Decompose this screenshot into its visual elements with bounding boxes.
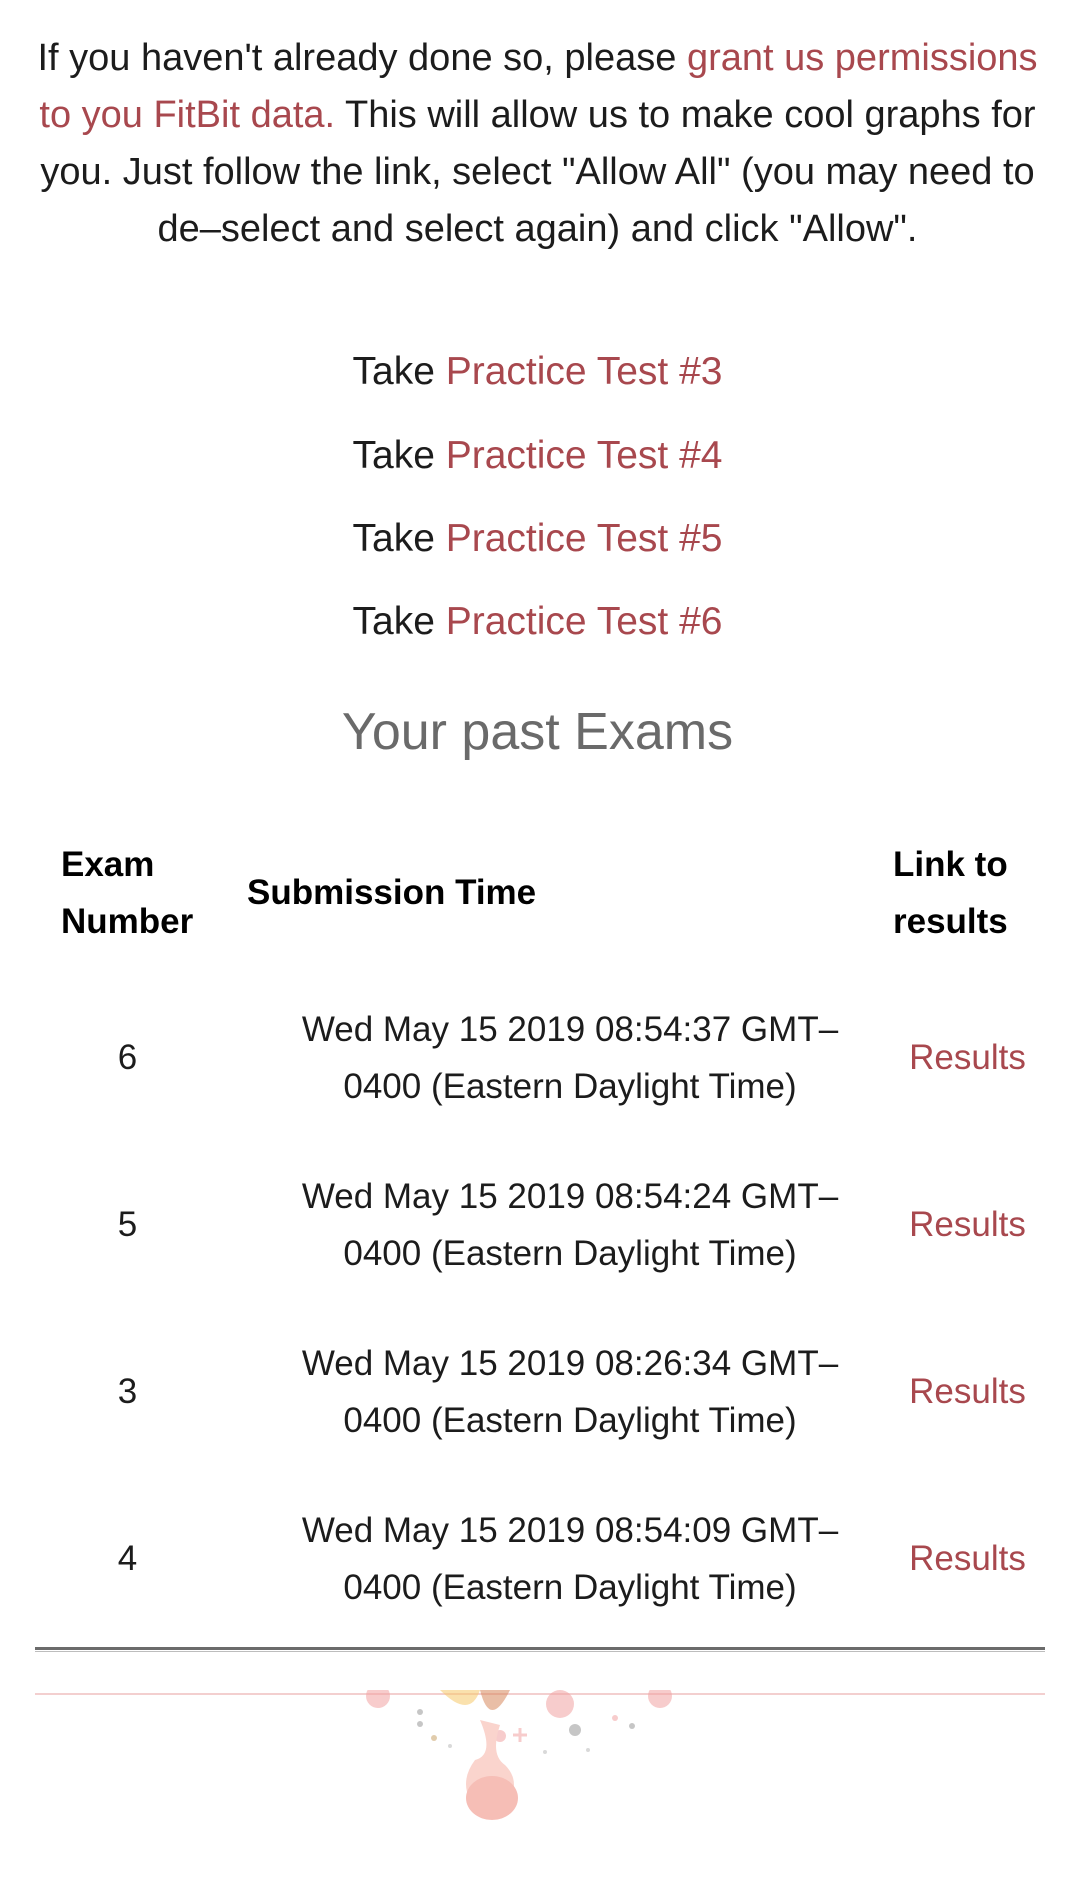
submission-time-cell: Wed May 15 2019 08:54:09 GMT– 0400 (East… <box>260 1475 880 1643</box>
table-row: 5 Wed May 15 2019 08:54:24 GMT– 0400 (Ea… <box>30 1141 1045 1309</box>
decorative-logo-icon <box>366 1690 672 1820</box>
header-exam-number-line2: Number <box>61 902 194 941</box>
header-link-to-results: Link to results <box>893 836 1008 950</box>
notice-text-before: If you haven't already done so, please <box>37 37 687 79</box>
table-bottom-border-shadow <box>35 1651 1045 1652</box>
practice-prefix: Take <box>352 517 435 560</box>
submission-time-line1: Wed May 15 2019 08:54:24 GMT– <box>301 1177 839 1216</box>
exam-number-cell: 3 <box>117 1372 138 1411</box>
fitbit-permission-notice: If you haven't already done so, please g… <box>30 30 1045 258</box>
table-row: 4 Wed May 15 2019 08:54:09 GMT– 0400 (Ea… <box>30 1475 1045 1643</box>
results-link[interactable]: Results <box>890 1308 1045 1476</box>
submission-time-line1: Wed May 15 2019 08:54:37 GMT– <box>301 1010 839 1049</box>
results-link[interactable]: Results <box>890 1141 1045 1309</box>
practice-test-line: Take Practice Test #6 <box>0 597 1075 647</box>
header-exam-number: Exam Number <box>61 836 193 950</box>
practice-test-5-link[interactable]: Practice Test #5 <box>446 517 723 560</box>
practice-test-line: Take Practice Test #5 <box>0 514 1075 564</box>
table-row: 6 Wed May 15 2019 08:54:37 GMT– 0400 (Ea… <box>30 974 1045 1142</box>
past-exams-heading: Your past Exams <box>341 703 734 761</box>
header-link-line2: results <box>893 902 1008 941</box>
exam-number-cell: 6 <box>117 1038 138 1077</box>
exam-number-cell: 5 <box>117 1205 138 1244</box>
submission-time-line2: 0400 (Eastern Daylight Time) <box>343 1067 797 1106</box>
header-link-line1: Link to <box>893 845 1008 884</box>
results-link[interactable]: Results <box>890 1475 1045 1643</box>
submission-time-cell: Wed May 15 2019 08:54:37 GMT– 0400 (East… <box>260 974 880 1142</box>
submission-time-line1: Wed May 15 2019 08:54:09 GMT– <box>301 1511 839 1550</box>
table-row: 3 Wed May 15 2019 08:26:34 GMT– 0400 (Ea… <box>30 1308 1045 1476</box>
submission-time-line2: 0400 (Eastern Daylight Time) <box>343 1568 797 1607</box>
practice-test-3-link[interactable]: Practice Test #3 <box>446 350 723 393</box>
submission-time-line1: Wed May 15 2019 08:26:34 GMT– <box>301 1344 839 1383</box>
exam-number-cell: 4 <box>117 1539 138 1578</box>
submission-time-cell: Wed May 15 2019 08:26:34 GMT– 0400 (East… <box>260 1308 880 1476</box>
submission-time-line2: 0400 (Eastern Daylight Time) <box>343 1234 797 1273</box>
submission-time-line2: 0400 (Eastern Daylight Time) <box>343 1401 797 1440</box>
practice-test-6-link[interactable]: Practice Test #6 <box>446 600 723 643</box>
practice-prefix: Take <box>352 350 435 393</box>
header-submission-time: Submission Time <box>247 873 537 912</box>
practice-test-line: Take Practice Test #3 <box>0 347 1075 397</box>
practice-prefix: Take <box>352 600 435 643</box>
header-exam-number-line1: Exam <box>61 845 155 884</box>
practice-test-line: Take Practice Test #4 <box>0 431 1075 481</box>
results-link[interactable]: Results <box>890 974 1045 1142</box>
submission-time-cell: Wed May 15 2019 08:54:24 GMT– 0400 (East… <box>260 1141 880 1309</box>
practice-prefix: Take <box>352 434 435 477</box>
table-bottom-border <box>35 1647 1045 1650</box>
practice-test-4-link[interactable]: Practice Test #4 <box>446 434 723 477</box>
